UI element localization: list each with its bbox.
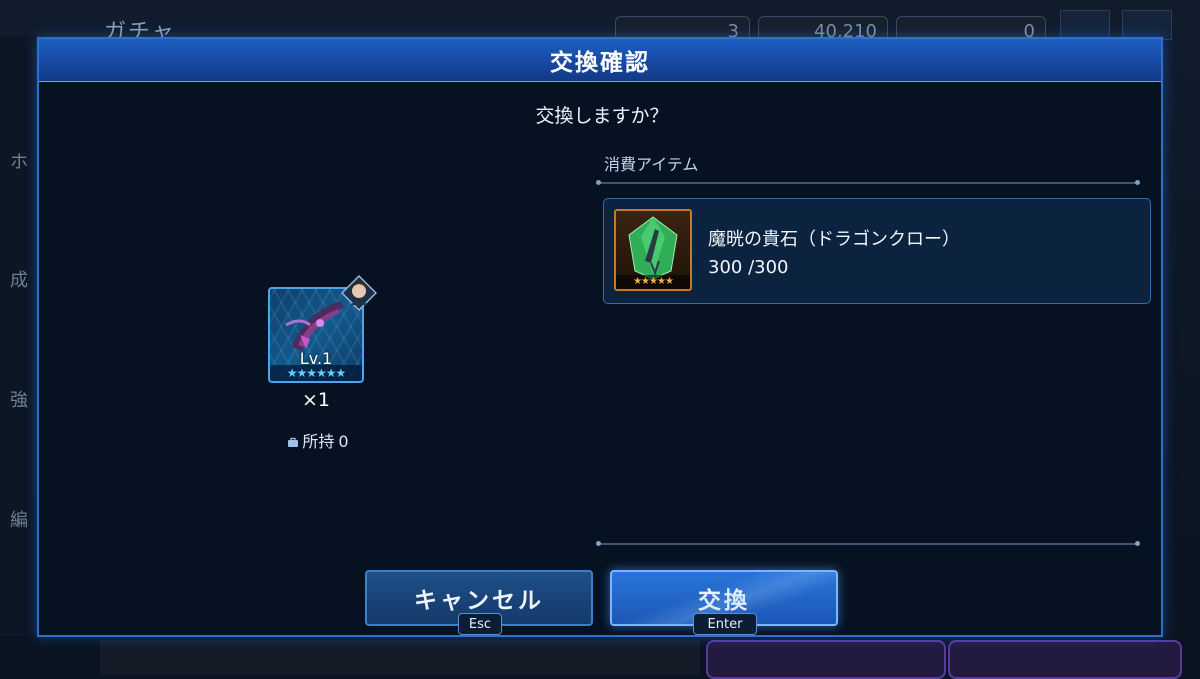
character-portrait-icon bbox=[341, 275, 377, 311]
sidebar-label: 編 bbox=[10, 510, 28, 531]
background-topbar: ガチャ 3 40,210 0 bbox=[0, 0, 1200, 46]
esc-key-hint: Esc bbox=[458, 613, 502, 635]
background-bottom-bar bbox=[100, 640, 700, 675]
sidebar-label: 強 bbox=[10, 390, 28, 411]
consumed-items-label: 消費アイテム bbox=[604, 155, 699, 174]
background-shop-button bbox=[1060, 10, 1110, 40]
exchange-confirm-dialog: 交換確認 交換しますか？ Lv.1 ★★★★★★ ×1 所持0 消費アイテム bbox=[37, 37, 1163, 637]
reward-quantity: ×1 bbox=[301, 389, 330, 411]
bag-icon bbox=[288, 437, 299, 447]
sidebar-label: ホ bbox=[10, 152, 28, 173]
dialog-header: 交換確認 bbox=[39, 39, 1161, 82]
green-gem-icon bbox=[628, 216, 678, 280]
background-purple-button bbox=[706, 640, 946, 679]
section-divider bbox=[596, 541, 1140, 546]
background-sidebar: ホ 成 強 編 bbox=[0, 36, 36, 636]
exchange-button-label: 交換 bbox=[698, 588, 750, 614]
owned-count: 0 bbox=[338, 432, 349, 451]
section-divider bbox=[596, 180, 1140, 185]
cost-item-name: 魔晄の貴石（ドラゴンクロー） bbox=[708, 229, 960, 250]
cost-item-icon-frame: ★★★★★ bbox=[614, 209, 692, 291]
weapon-rarity-stars: ★★★★★★ bbox=[270, 365, 362, 381]
background-purple-button bbox=[948, 640, 1182, 679]
cost-item-count: 300 /300 bbox=[708, 257, 789, 278]
cost-item-row: ★★★★★ 魔晄の貴石（ドラゴンクロー） 300 /300 bbox=[603, 198, 1151, 304]
enter-key-hint: Enter bbox=[693, 613, 757, 635]
background-menu-button bbox=[1122, 10, 1172, 40]
dialog-title: 交換確認 bbox=[550, 50, 650, 76]
sidebar-label: 成 bbox=[10, 270, 28, 291]
owned-label: 所持 bbox=[302, 432, 335, 451]
owned-count-label: 所持 0 bbox=[268, 428, 368, 452]
cost-item-rarity-stars: ★★★★★ bbox=[616, 275, 690, 289]
confirm-question: 交換しますか？ bbox=[535, 105, 669, 127]
cancel-button-label: キャンセル bbox=[414, 588, 544, 614]
